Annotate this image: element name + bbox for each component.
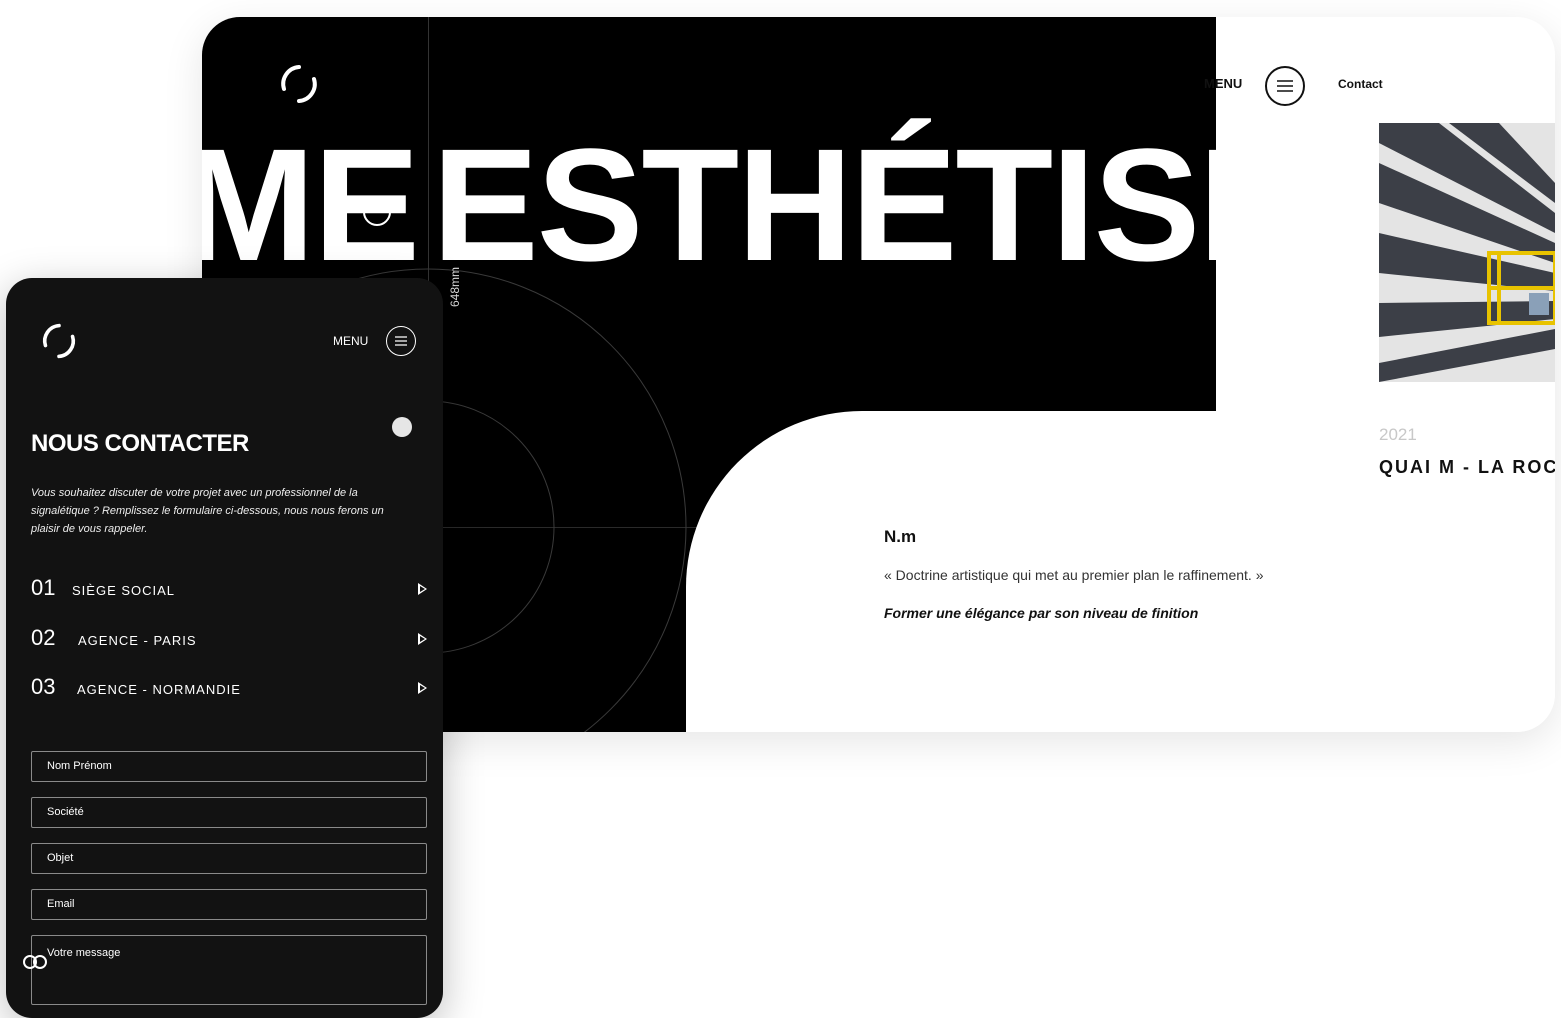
office-item-siege[interactable]: 01 SIÈGE SOCIAL [31, 575, 431, 605]
contact-link[interactable]: Contact [1338, 77, 1383, 91]
mobile-screen: MENU NOUS CONTACTER Vous souhaitez discu… [6, 278, 443, 1018]
intro-text: Vous souhaitez discuter de votre projet … [31, 487, 384, 535]
play-arrow-icon[interactable] [418, 682, 427, 694]
project-title[interactable]: QUAI M - LA ROCHE [1379, 457, 1555, 478]
measure-label: 648mm [448, 266, 462, 307]
office-number: 03 [31, 674, 56, 699]
subject-field[interactable]: Objet [31, 843, 427, 874]
menu-button[interactable] [386, 326, 416, 356]
email-field[interactable]: Email [31, 889, 427, 920]
project-year: 2021 [1379, 425, 1417, 444]
office-name: SIÈGE SOCIAL [72, 583, 176, 598]
project-photo[interactable] [1379, 123, 1555, 382]
definition-subtitle: Former une élégance par son niveau de fi… [884, 605, 1199, 621]
play-arrow-icon[interactable] [418, 633, 427, 645]
office-item-normandie[interactable]: 03 AGENCE - NORMANDIE [31, 674, 431, 704]
office-number: 02 [31, 625, 56, 650]
menu-button[interactable] [1265, 66, 1305, 106]
hero-separator-dot [363, 198, 391, 226]
name-field[interactable]: Nom Prénom [31, 751, 427, 782]
definition-quote: « Doctrine artistique qui met au premier… [884, 567, 1264, 583]
cookie-icon[interactable] [20, 953, 50, 971]
logo-icon[interactable] [40, 322, 78, 360]
play-arrow-icon[interactable] [418, 583, 427, 595]
office-name: AGENCE - NORMANDIE [77, 682, 241, 697]
office-name: AGENCE - PARIS [78, 633, 197, 648]
company-field[interactable]: Société [31, 797, 427, 828]
logo-icon[interactable] [278, 63, 320, 105]
office-number: 01 [31, 575, 56, 600]
message-field[interactable]: Votre message [31, 935, 427, 1005]
hamburger-icon [1277, 80, 1293, 92]
hamburger-icon [395, 336, 407, 346]
page-title: NOUS CONTACTER [31, 430, 249, 457]
cursor-dot [392, 417, 412, 437]
hero-word-right: ESTHÉTISME [432, 115, 1216, 294]
office-item-paris[interactable]: 02 AGENCE - PARIS [31, 625, 431, 655]
menu-label[interactable]: MENU [1204, 76, 1242, 91]
menu-label[interactable]: MENU [333, 334, 368, 348]
definition-title: N.m [884, 527, 917, 546]
